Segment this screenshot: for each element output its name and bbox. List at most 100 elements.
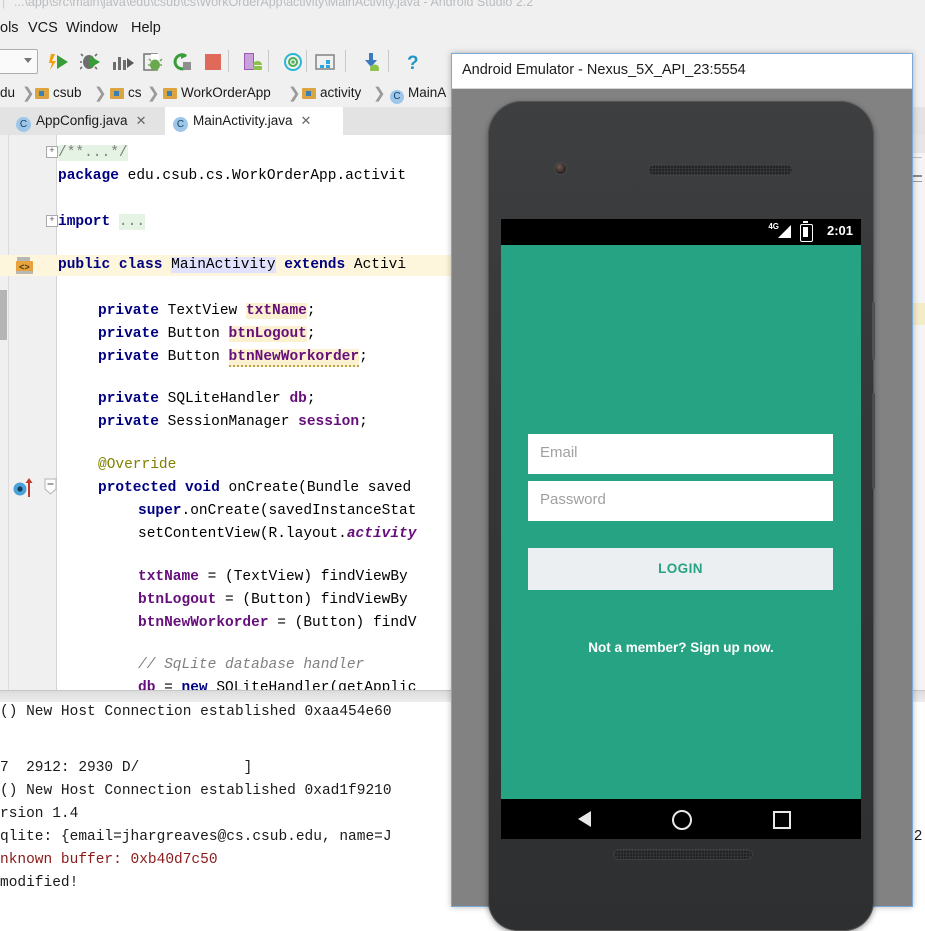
close-icon[interactable]: ✕ [301, 113, 312, 128]
code-line: @Override [98, 455, 176, 476]
console-line: qlite: {email=jhargreaves@cs.csub.edu, n… [0, 827, 392, 848]
chevron-down-icon [24, 58, 32, 63]
breadcrumb-item-mainactivity[interactable]: C MainA [390, 85, 446, 103]
android-navigation-bar [501, 799, 861, 839]
attach-debugger-icon[interactable] [142, 52, 164, 72]
rerun-icon[interactable] [172, 52, 194, 72]
code-line: // SqLite database handler [138, 655, 364, 676]
back-icon[interactable] [578, 811, 591, 827]
run-with-coverage-icon[interactable] [112, 52, 134, 72]
email-placeholder: Email [540, 444, 578, 461]
emulator-title-bar[interactable]: Android Emulator - Nexus_5X_API_23:5554 [452, 54, 912, 89]
svg-text:?: ? [407, 53, 419, 72]
menu-item-help[interactable]: Help [131, 20, 161, 36]
breadcrumb-label: du [0, 85, 15, 100]
avd-manager-icon[interactable] [242, 52, 264, 72]
code-line: private Button btnNewWorkorder; [98, 347, 368, 368]
window-title-bar: | ...\app\src\main\java\edu\csub\cs\Work… [0, 0, 925, 16]
chevron-right-icon: ❯ [94, 84, 107, 102]
email-field[interactable]: Email [528, 434, 833, 474]
earpiece-speaker [648, 164, 793, 176]
code-line: protected void onCreate(Bundle saved [98, 478, 411, 499]
login-screen: Email Password LOGIN Not a member? Sign … [501, 245, 861, 799]
chevron-right-icon: ❯ [147, 84, 160, 102]
tab-mainactivity-java[interactable]: C MainActivity.java ✕ [165, 107, 343, 135]
code-line: private SQLiteHandler db; [98, 389, 316, 410]
menu-item-window[interactable]: Window [66, 20, 118, 36]
breadcrumb-item-cs[interactable]: cs [110, 85, 142, 103]
project-structure-icon[interactable] [315, 52, 337, 72]
breadcrumb-label: activity [320, 85, 361, 100]
password-placeholder: Password [540, 491, 606, 508]
toolbar-separator [268, 50, 269, 72]
recents-icon[interactable] [773, 811, 791, 829]
menu-item-vcs[interactable]: VCS [28, 20, 58, 36]
breadcrumb-item-csub[interactable]: csub [35, 85, 82, 103]
front-camera-icon [555, 163, 566, 174]
java-class-icon: C [16, 117, 31, 132]
home-icon[interactable] [672, 810, 692, 830]
login-button-label: LOGIN [528, 561, 833, 576]
console-line: nknown buffer: 0xb40d7c50 [0, 850, 218, 871]
java-class-icon: C [173, 117, 188, 132]
code-line: txtName = (TextView) findViewBy [138, 567, 408, 588]
menu-item-tools[interactable]: ols [0, 20, 19, 36]
login-button[interactable]: LOGIN [528, 548, 833, 590]
run-configuration-selector[interactable]: pp [0, 49, 38, 74]
console-line: () New Host Connection established 0xad1… [0, 781, 392, 802]
toolbar-separator [388, 50, 389, 72]
toolbar-separator [306, 50, 307, 72]
breadcrumb-label: cs [128, 85, 142, 100]
breadcrumb-item-workorderapp[interactable]: WorkOrderApp [163, 85, 271, 103]
signup-link[interactable]: Not a member? Sign up now. [501, 640, 861, 655]
breadcrumb-label: MainA [408, 85, 446, 100]
chevron-right-icon: ❯ [22, 84, 35, 102]
java-class-icon: C [390, 90, 404, 104]
sync-gradle-icon[interactable] [283, 52, 305, 72]
console-line: () New Host Connection established 0xaa4… [0, 702, 392, 723]
code-line: private TextView txtName; [98, 301, 316, 322]
code-line: import ... [58, 212, 145, 233]
device-screen[interactable]: 4G 2:01 Email Password LOGIN Not a membe… [501, 219, 861, 839]
code-line: btnLogout = (Button) findViewBy [138, 590, 408, 611]
chevron-right-icon: ❯ [373, 84, 386, 102]
power-button[interactable] [872, 302, 875, 360]
code-line: btnNewWorkorder = (Button) findV [138, 613, 416, 634]
code-line: super.onCreate(savedInstanceStat [138, 501, 416, 522]
toolbar-separator [228, 50, 229, 72]
password-field[interactable]: Password [528, 481, 833, 521]
signup-link-label: Not a member? Sign up now. [588, 640, 774, 655]
menu-bar: ols VCS Window Help [0, 16, 925, 42]
volume-button[interactable] [872, 393, 875, 489]
title-caret: | [2, 0, 5, 9]
debug-icon[interactable] [80, 52, 102, 72]
help-icon[interactable]: ? [402, 52, 424, 72]
code-line: db = new SQLiteHandler(getApplic [138, 678, 416, 690]
breadcrumb-item-activity[interactable]: activity [302, 85, 361, 103]
close-icon[interactable]: ✕ [136, 113, 147, 128]
breadcrumb-label: csub [53, 85, 82, 100]
folder-icon [110, 88, 124, 99]
console-line: modified! [0, 873, 78, 894]
toolbar-separator [345, 50, 346, 72]
code-line: public class MainActivity extends Activi [58, 255, 406, 276]
code-line: private SessionManager session; [98, 412, 368, 433]
breadcrumb-item-edu[interactable]: du [0, 85, 15, 103]
run-icon[interactable] [48, 52, 70, 72]
android-emulator-window[interactable]: Android Emulator - Nexus_5X_API_23:5554 … [451, 53, 913, 907]
android-status-bar: 4G 2:01 [501, 219, 861, 245]
console-line: rsion 1.4 [0, 804, 78, 825]
code-line: private Button btnLogout; [98, 324, 316, 345]
battery-charging-icon [800, 224, 813, 242]
code-line: package edu.csub.cs.WorkOrderApp.activit [58, 166, 406, 187]
sdk-manager-icon[interactable] [362, 52, 384, 72]
window-title-text: ...\app\src\main\java\edu\csub\cs\WorkOr… [14, 0, 533, 9]
status-bar-clock: 2:01 [827, 223, 853, 238]
code-line: setContentView(R.layout.activity [138, 524, 416, 545]
bottom-speaker [613, 849, 753, 860]
tab-appconfig-java[interactable]: CAppConfig.java✕ [8, 107, 168, 135]
folder-icon [163, 88, 177, 99]
tab-label: MainActivity.java [193, 113, 293, 128]
code-line: /**...*/ [58, 143, 128, 164]
stop-icon[interactable] [203, 52, 225, 72]
